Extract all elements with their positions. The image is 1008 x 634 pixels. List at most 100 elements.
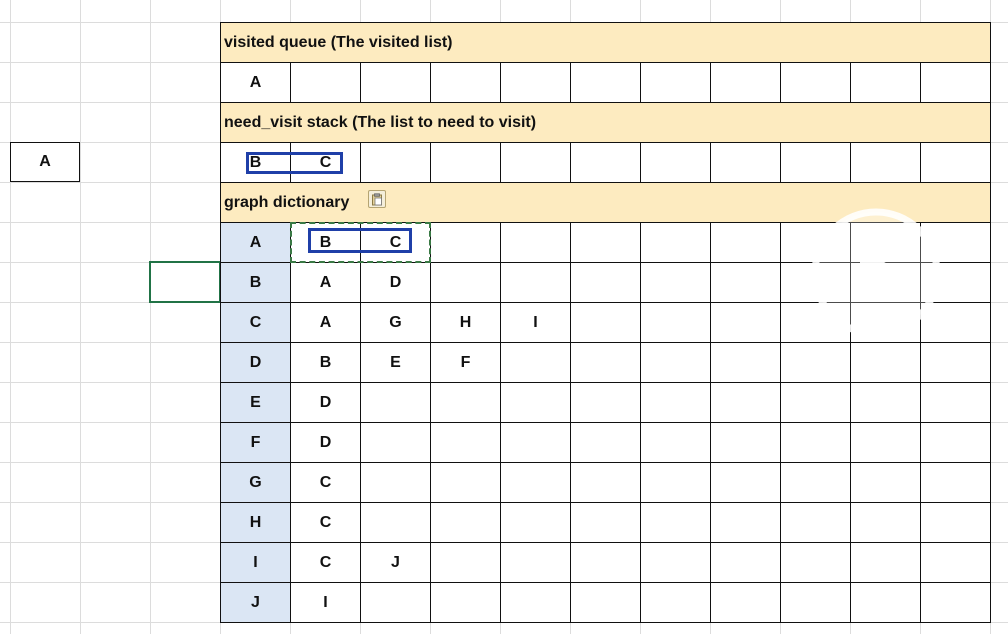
graph-neighbor-cell[interactable] (851, 543, 921, 583)
graph-neighbor-cell[interactable] (571, 423, 641, 463)
need-visit-cell[interactable] (431, 143, 501, 183)
graph-key-cell[interactable]: I (221, 543, 291, 583)
graph-key-cell[interactable]: D (221, 343, 291, 383)
paste-options-icon[interactable] (368, 190, 386, 208)
graph-neighbor-cell[interactable]: G (361, 303, 431, 343)
graph-neighbor-cell[interactable] (781, 543, 851, 583)
graph-key-cell[interactable]: J (221, 583, 291, 623)
graph-key-cell[interactable]: B (221, 263, 291, 303)
graph-neighbor-cell[interactable] (851, 343, 921, 383)
play-icon[interactable] (810, 207, 942, 339)
graph-neighbor-cell[interactable] (571, 263, 641, 303)
graph-neighbor-cell[interactable]: F (431, 343, 501, 383)
graph-neighbor-cell[interactable] (571, 383, 641, 423)
graph-neighbor-cell[interactable]: C (291, 503, 361, 543)
graph-neighbor-cell[interactable]: C (291, 543, 361, 583)
visited-queue-header[interactable]: visited queue (The visited list) (221, 23, 991, 63)
graph-neighbor-cell[interactable] (641, 303, 711, 343)
graph-neighbor-cell[interactable] (781, 583, 851, 623)
need-visit-cell[interactable] (781, 143, 851, 183)
need-visit-cell[interactable] (851, 143, 921, 183)
graph-neighbor-cell[interactable] (641, 503, 711, 543)
graph-neighbor-cell[interactable] (571, 343, 641, 383)
need-visit-cell[interactable] (711, 143, 781, 183)
graph-neighbor-cell[interactable] (431, 423, 501, 463)
graph-neighbor-cell[interactable] (711, 343, 781, 383)
graph-neighbor-cell[interactable] (641, 463, 711, 503)
graph-neighbor-cell[interactable] (501, 463, 571, 503)
graph-neighbor-cell[interactable]: E (361, 343, 431, 383)
graph-neighbor-cell[interactable] (431, 383, 501, 423)
graph-neighbor-cell[interactable]: I (501, 303, 571, 343)
visited-cell[interactable] (641, 63, 711, 103)
graph-neighbor-cell[interactable] (571, 503, 641, 543)
graph-neighbor-cell[interactable] (361, 423, 431, 463)
graph-neighbor-cell[interactable] (711, 583, 781, 623)
graph-neighbor-cell[interactable] (711, 303, 781, 343)
need-visit-cell[interactable] (571, 143, 641, 183)
graph-neighbor-cell[interactable] (641, 383, 711, 423)
graph-neighbor-cell[interactable] (781, 463, 851, 503)
visited-cell[interactable] (781, 63, 851, 103)
graph-neighbor-cell[interactable] (571, 303, 641, 343)
graph-neighbor-cell[interactable]: H (431, 303, 501, 343)
graph-neighbor-cell[interactable]: A (291, 263, 361, 303)
graph-neighbor-cell[interactable] (641, 343, 711, 383)
need-visit-cell[interactable] (501, 143, 571, 183)
graph-neighbor-cell[interactable] (431, 463, 501, 503)
graph-neighbor-cell[interactable] (571, 583, 641, 623)
graph-neighbor-cell[interactable]: B (291, 343, 361, 383)
graph-neighbor-cell[interactable] (571, 223, 641, 263)
graph-neighbor-cell[interactable] (431, 263, 501, 303)
graph-neighbor-cell[interactable]: D (291, 383, 361, 423)
graph-neighbor-cell[interactable]: A (291, 303, 361, 343)
graph-neighbor-cell[interactable]: C (291, 463, 361, 503)
graph-neighbor-cell[interactable] (851, 423, 921, 463)
graph-neighbor-cell[interactable]: I (291, 583, 361, 623)
graph-neighbor-cell[interactable] (361, 503, 431, 543)
graph-neighbor-cell[interactable]: J (361, 543, 431, 583)
graph-neighbor-cell[interactable] (641, 583, 711, 623)
graph-neighbor-cell[interactable] (921, 583, 991, 623)
graph-neighbor-cell[interactable] (501, 503, 571, 543)
graph-neighbor-cell[interactable] (711, 263, 781, 303)
graph-neighbor-cell[interactable] (851, 383, 921, 423)
graph-neighbor-cell[interactable] (501, 343, 571, 383)
graph-neighbor-cell[interactable]: D (291, 423, 361, 463)
graph-neighbor-cell[interactable] (431, 503, 501, 543)
graph-neighbor-cell[interactable] (711, 463, 781, 503)
graph-neighbor-cell[interactable] (781, 503, 851, 543)
graph-neighbor-cell[interactable] (781, 383, 851, 423)
graph-neighbor-cell[interactable] (851, 463, 921, 503)
need-visit-cell[interactable] (921, 143, 991, 183)
visited-cell[interactable]: A (221, 63, 291, 103)
graph-neighbor-cell[interactable] (711, 503, 781, 543)
graph-neighbor-cell[interactable] (361, 583, 431, 623)
graph-neighbor-cell[interactable] (501, 543, 571, 583)
graph-neighbor-cell[interactable] (711, 223, 781, 263)
graph-neighbor-cell[interactable]: D (361, 263, 431, 303)
graph-neighbor-cell[interactable] (571, 543, 641, 583)
visited-cell[interactable] (291, 63, 361, 103)
graph-neighbor-cell[interactable] (641, 263, 711, 303)
graph-neighbor-cell[interactable] (851, 583, 921, 623)
graph-neighbor-cell[interactable] (501, 383, 571, 423)
graph-neighbor-cell[interactable] (921, 463, 991, 503)
side-cell-a[interactable]: A (10, 142, 80, 182)
graph-neighbor-cell[interactable] (431, 223, 501, 263)
graph-neighbor-cell[interactable] (361, 463, 431, 503)
graph-neighbor-cell[interactable] (711, 543, 781, 583)
visited-cell[interactable] (501, 63, 571, 103)
graph-neighbor-cell[interactable] (571, 463, 641, 503)
graph-neighbor-cell[interactable] (781, 423, 851, 463)
graph-neighbor-cell[interactable] (711, 383, 781, 423)
graph-neighbor-cell[interactable] (781, 343, 851, 383)
need-visit-cell[interactable] (361, 143, 431, 183)
graph-key-cell[interactable]: C (221, 303, 291, 343)
graph-key-cell[interactable]: F (221, 423, 291, 463)
graph-key-cell[interactable]: G (221, 463, 291, 503)
graph-neighbor-cell[interactable] (711, 423, 781, 463)
graph-neighbor-cell[interactable] (501, 423, 571, 463)
graph-neighbor-cell[interactable] (921, 343, 991, 383)
graph-neighbor-cell[interactable] (501, 583, 571, 623)
